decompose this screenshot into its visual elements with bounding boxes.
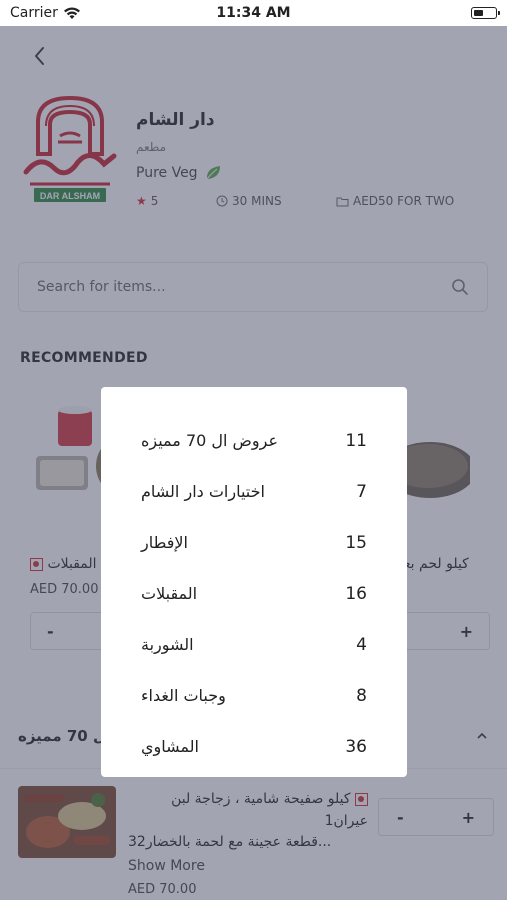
- status-bar: Carrier 11:34 AM: [0, 0, 507, 26]
- category-name: وجبات الغداء: [141, 686, 226, 705]
- clock: 11:34 AM: [216, 5, 291, 21]
- category-item[interactable]: المشاوي 36: [101, 721, 407, 772]
- wifi-icon: [63, 7, 80, 19]
- category-item[interactable]: المقبلات 16: [101, 568, 407, 619]
- category-count: 4: [356, 634, 367, 655]
- category-name: المقبلات: [141, 584, 198, 603]
- category-name: الشوربة: [141, 635, 194, 654]
- category-name: المشاوي: [141, 737, 199, 756]
- status-left: Carrier: [10, 5, 81, 21]
- category-name: عروض ال 70 مميزه: [141, 431, 278, 450]
- carrier-label: Carrier: [10, 5, 58, 21]
- category-item[interactable]: الشوربة 4: [101, 619, 407, 670]
- category-item[interactable]: عروض ال 70 مميزه 11: [101, 415, 407, 466]
- category-count: 11: [345, 430, 367, 451]
- category-item[interactable]: وجبات الغداء 8: [101, 670, 407, 721]
- battery-icon: [471, 7, 500, 19]
- category-count: 8: [356, 685, 367, 706]
- category-item[interactable]: الإفطار 15: [101, 517, 407, 568]
- category-count: 16: [345, 583, 367, 604]
- category-name: اختيارات دار الشام: [141, 482, 265, 501]
- category-name: الإفطار: [141, 533, 188, 552]
- category-menu-modal: عروض ال 70 مميزه 11 اختيارات دار الشام 7…: [101, 387, 407, 777]
- category-count: 36: [345, 736, 367, 757]
- category-count: 15: [345, 532, 367, 553]
- category-count: 7: [356, 481, 367, 502]
- category-item[interactable]: اختيارات دار الشام 7: [101, 466, 407, 517]
